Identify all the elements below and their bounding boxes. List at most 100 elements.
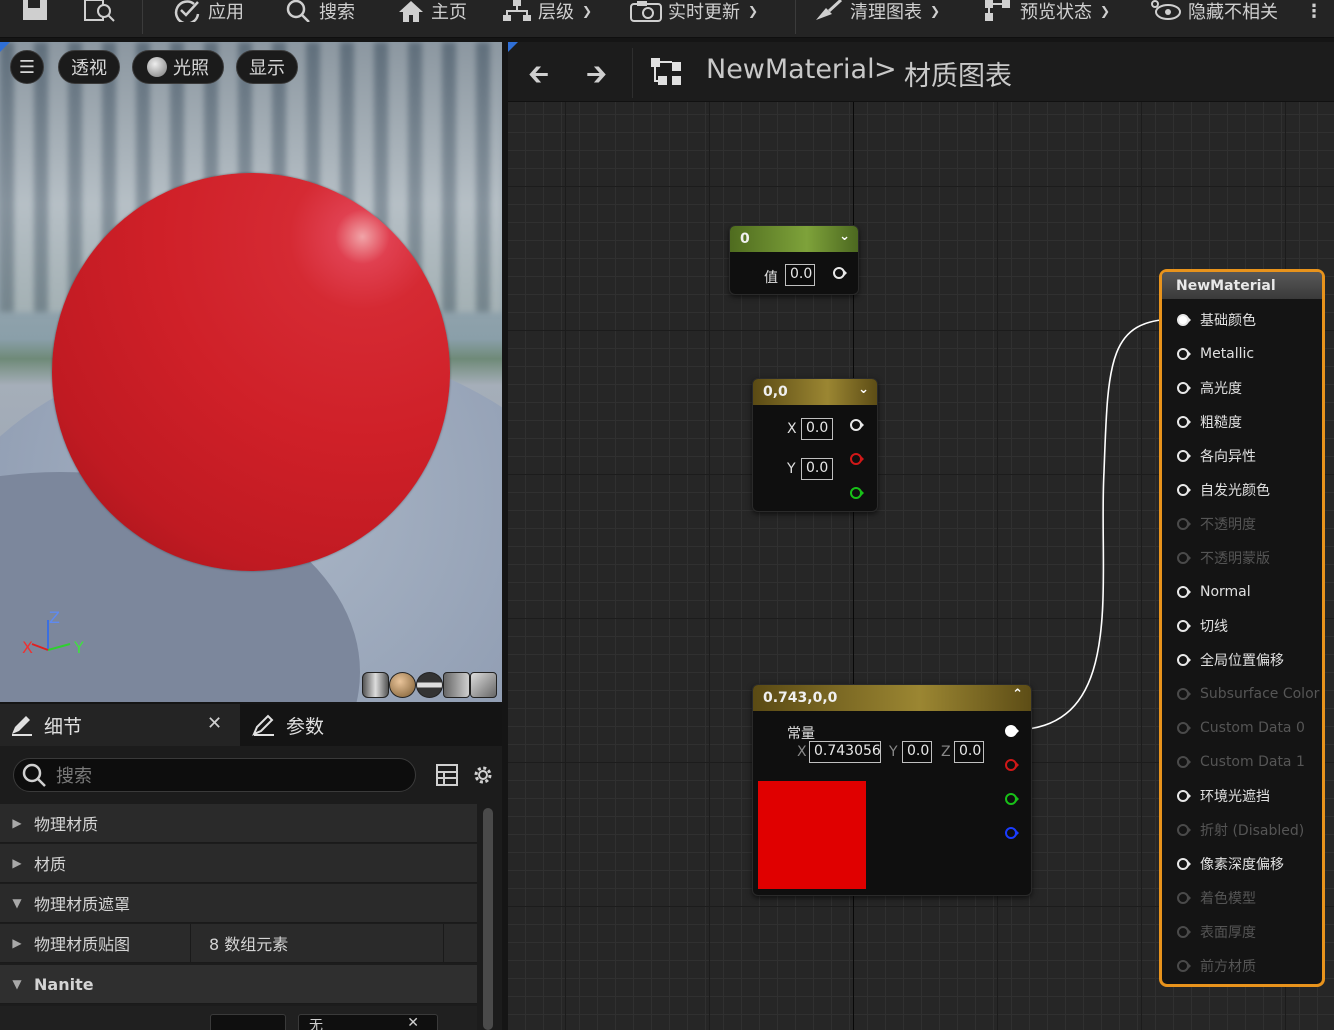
input-pin-icon[interactable] xyxy=(1176,585,1192,599)
output-pin-b-icon[interactable] xyxy=(1005,826,1019,840)
material-input-pin[interactable]: Metallic xyxy=(1176,344,1254,364)
input-pin-icon[interactable] xyxy=(1176,347,1192,361)
input-pin-icon[interactable] xyxy=(1176,517,1192,531)
y-value-field[interactable]: 0.0 xyxy=(801,458,833,480)
material-input-pin[interactable]: Subsurface Color xyxy=(1176,684,1319,704)
live-update-button[interactable]: 实时更新 ❯ xyxy=(630,0,758,23)
collapse-arrow-icon[interactable]: ▼ xyxy=(0,977,34,991)
close-icon[interactable]: ✕ xyxy=(407,1015,419,1030)
details-search-input[interactable]: 搜索 xyxy=(13,758,416,792)
material-input-pin[interactable]: 不透明度 xyxy=(1176,514,1256,534)
material-input-pin[interactable]: Custom Data 1 xyxy=(1176,752,1305,772)
material-input-pin[interactable]: 着色模型 xyxy=(1176,888,1256,908)
material-input-pin[interactable]: 各向异性 xyxy=(1176,446,1256,466)
node-header[interactable]: 0,0 ⌄ xyxy=(753,379,877,405)
material-input-pin[interactable]: 像素深度偏移 xyxy=(1176,854,1284,874)
input-pin-icon[interactable] xyxy=(1176,381,1192,395)
output-pin-icon[interactable] xyxy=(833,266,847,280)
viewport-menu-button[interactable]: ☰ xyxy=(10,50,44,84)
material-input-pin[interactable]: Custom Data 0 xyxy=(1176,718,1305,738)
material-input-pin[interactable]: 基础颜色 xyxy=(1176,310,1256,330)
close-icon[interactable]: ✕ xyxy=(207,713,222,734)
input-pin-icon[interactable] xyxy=(1176,789,1192,803)
value-field[interactable]: 0.0 xyxy=(785,264,815,286)
details-scrollbar[interactable] xyxy=(483,808,493,1030)
x-value-field[interactable]: 0.0 xyxy=(801,418,833,440)
output-pin-g-icon[interactable] xyxy=(850,486,864,500)
material-input-pin[interactable]: 环境光遮挡 xyxy=(1176,786,1270,806)
constant2vector-node[interactable]: 0,0 ⌄ X 0.0 Y 0.0 xyxy=(752,378,878,512)
expand-arrow-icon[interactable]: ▶ xyxy=(0,936,34,950)
input-pin-icon[interactable] xyxy=(1176,959,1192,973)
material-input-pin[interactable]: 自发光颜色 xyxy=(1176,480,1270,500)
search-button[interactable]: 搜索 xyxy=(285,0,355,23)
material-graph-canvas[interactable]: 🡰 🡲 NewMaterial > 材质图表 0 ⌄ 值 0.0 0,0 ⌄ X… xyxy=(508,42,1334,1030)
input-pin-icon[interactable] xyxy=(1176,551,1192,565)
constant3vector-node[interactable]: 0.743,0,0 ⌃ 常量 X 0.743056 Y 0.0 Z 0.0 xyxy=(752,684,1032,896)
chevron-down-icon[interactable]: ⌄ xyxy=(858,382,869,397)
input-pin-icon[interactable] xyxy=(1176,823,1192,837)
material-input-pin[interactable]: 不透明蒙版 xyxy=(1176,548,1270,568)
output-pin-r-icon[interactable] xyxy=(850,452,864,466)
y-value-field[interactable]: 0.0 xyxy=(902,741,932,763)
apply-button[interactable]: 应用 xyxy=(172,0,244,23)
input-pin-icon[interactable] xyxy=(1176,891,1192,905)
output-pin-r-icon[interactable] xyxy=(1005,758,1019,772)
hide-unrelated-button[interactable]: 隐藏不相关 xyxy=(1150,0,1278,23)
teapot-shape-icon[interactable] xyxy=(470,672,497,698)
home-button[interactable]: 主页 xyxy=(397,0,467,23)
material-input-pin[interactable]: 前方材质 xyxy=(1176,956,1256,976)
tab-parameters[interactable]: 参数 xyxy=(252,704,452,746)
lighting-button[interactable]: 光照 xyxy=(132,50,224,84)
input-pin-icon[interactable] xyxy=(1176,857,1192,871)
material-input-pin[interactable]: 全局位置偏移 xyxy=(1176,650,1284,670)
hierarchy-button[interactable]: 层级 ❯ xyxy=(502,0,592,23)
input-pin-icon[interactable] xyxy=(1176,415,1192,429)
browse-button[interactable] xyxy=(84,0,116,22)
input-pin-icon[interactable] xyxy=(1176,925,1192,939)
output-pin-g-icon[interactable] xyxy=(1005,792,1019,806)
input-pin-icon[interactable] xyxy=(1176,313,1192,327)
sphere-shape-icon[interactable] xyxy=(389,672,416,698)
settings-gear-icon[interactable] xyxy=(471,763,495,787)
nanite-dropdown[interactable]: 无 ✕ xyxy=(298,1014,438,1030)
x-value-field[interactable]: 0.743056 xyxy=(809,741,881,763)
material-input-pin[interactable]: 粗糙度 xyxy=(1176,412,1242,432)
node-header[interactable]: 0.743,0,0 ⌃ xyxy=(753,685,1031,711)
material-input-pin[interactable]: 折射 (Disabled) xyxy=(1176,820,1304,840)
input-pin-icon[interactable] xyxy=(1176,687,1192,701)
material-node-header[interactable]: NewMaterial xyxy=(1162,272,1322,299)
property-row[interactable]: ▶ 物理材质 xyxy=(0,804,477,843)
input-pin-icon[interactable] xyxy=(1176,721,1192,735)
output-pin-icon[interactable] xyxy=(1005,724,1019,738)
perspective-button[interactable]: 透视 xyxy=(58,50,120,84)
preview-state-button[interactable]: 预览状态 ❯ xyxy=(984,0,1110,23)
cube-shape-icon[interactable] xyxy=(443,672,470,698)
input-pin-icon[interactable] xyxy=(1176,619,1192,633)
input-pin-icon[interactable] xyxy=(1176,449,1192,463)
scalar-parameter-node[interactable]: 0 ⌄ 值 0.0 xyxy=(729,225,859,295)
table-view-icon[interactable] xyxy=(436,764,458,786)
save-button[interactable] xyxy=(22,0,48,22)
tab-details[interactable]: 细节 xyxy=(0,704,240,746)
chevron-down-icon[interactable]: ⌄ xyxy=(839,229,850,244)
collapse-arrow-icon[interactable]: ▼ xyxy=(0,896,34,910)
nanite-value-field[interactable] xyxy=(210,1014,286,1030)
input-pin-icon[interactable] xyxy=(1176,755,1192,769)
material-input-pin[interactable]: 高光度 xyxy=(1176,378,1242,398)
property-row[interactable]: ▼ 物理材质遮罩 xyxy=(0,884,477,923)
node-header[interactable]: 0 ⌄ xyxy=(730,226,858,252)
material-input-pin[interactable]: Normal xyxy=(1176,582,1251,602)
output-pin-icon[interactable] xyxy=(850,418,864,432)
z-value-field[interactable]: 0.0 xyxy=(954,741,984,763)
expand-arrow-icon[interactable]: ▶ xyxy=(0,856,34,870)
plane-shape-icon[interactable] xyxy=(416,672,443,698)
clean-graph-button[interactable]: 清理图表 ❯ xyxy=(814,0,940,23)
material-input-pin[interactable]: 切线 xyxy=(1176,616,1228,636)
expand-arrow-icon[interactable]: ▶ xyxy=(0,816,34,830)
preview-viewport[interactable]: ☰ 透视 光照 显示 Z X Y xyxy=(0,42,502,702)
material-result-node[interactable]: NewMaterial 基础颜色 Metallic 高光度粗糙度各向异性自发光颜色不… xyxy=(1159,269,1325,987)
more-options-icon[interactable]: ⋮ xyxy=(1305,0,1323,22)
property-section-nanite[interactable]: ▼ Nanite xyxy=(0,965,477,1004)
cylinder-shape-icon[interactable] xyxy=(362,672,389,698)
